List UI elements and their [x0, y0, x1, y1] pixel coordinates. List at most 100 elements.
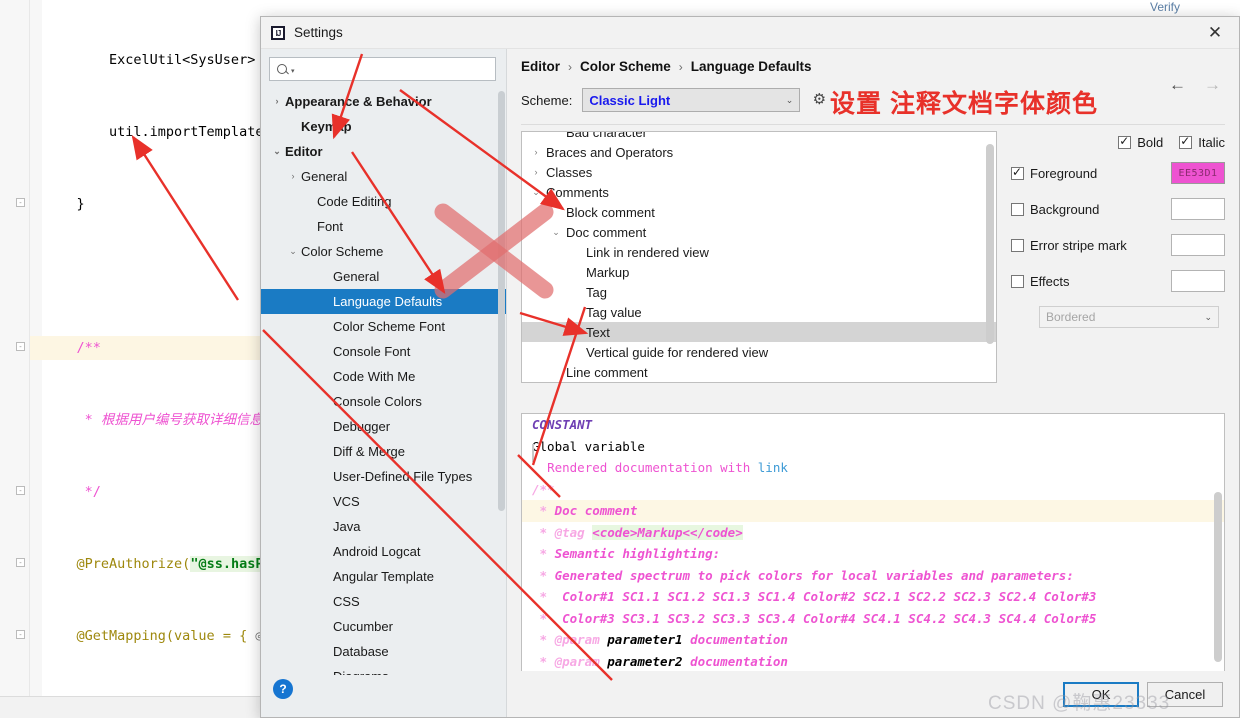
chevron-down-icon[interactable]: ⌄ [269, 147, 285, 156]
attribute-item-label: Doc comment [566, 224, 647, 240]
sidebar-item-css[interactable]: CSS [261, 589, 506, 614]
attribute-item-classes[interactable]: › Classes [522, 162, 996, 182]
sidebar-item-diagrams[interactable]: Diagrams [261, 664, 506, 675]
settings-nav-panel: ▾ › Appearance & Behavior Keymap ⌄ Editor › Ge… [261, 49, 507, 717]
color-attributes-tree[interactable]: Bad character › Braces and Operators › Class… [521, 131, 997, 383]
breadcrumb-item[interactable]: Language Defaults [691, 59, 812, 74]
error-stripe-mark-checkbox[interactable]: Error stripe mark [1011, 238, 1171, 253]
intellij-logo-icon: IJ [271, 25, 285, 40]
sidebar-item-android-logcat[interactable]: Android Logcat [261, 539, 506, 564]
search-input[interactable] [294, 61, 489, 77]
control-row: Foreground EE53D1 [1011, 162, 1225, 184]
attribute-item-text[interactable]: Text [522, 322, 996, 342]
attribute-item-bad-character[interactable]: Bad character [522, 132, 996, 142]
sidebar-item-language-defaults[interactable]: Language Defaults [261, 289, 506, 314]
sidebar-item-label: Console Font [333, 344, 411, 359]
chevron-down-icon: ⌄ [785, 94, 794, 105]
preview-scrollbar[interactable] [1214, 492, 1222, 662]
sidebar-item-label: Diff & Merge [333, 444, 406, 459]
sidebar-item-general[interactable]: General [261, 264, 506, 289]
sidebar-item-user-defined-file-types[interactable]: User-Defined File Types [261, 464, 506, 489]
foreground-checkbox[interactable]: Foreground [1011, 164, 1171, 181]
search-box[interactable]: ▾ [269, 57, 496, 81]
breadcrumb-item[interactable]: Editor [521, 59, 560, 74]
watermark: CSDN @鞠惠23333 [988, 693, 1171, 714]
attribute-item-markup[interactable]: Markup [522, 262, 996, 282]
color-preview-panel[interactable]: CONSTANT Global variable Rendered docume… [521, 413, 1225, 671]
attribute-item-line-comment[interactable]: Line comment [522, 362, 996, 382]
sidebar-item-label: Editor [285, 144, 323, 159]
bold-checkbox[interactable]: Bold [1118, 133, 1163, 150]
sidebar-item-code-editing[interactable]: Code Editing [261, 189, 506, 214]
sidebar-item-java[interactable]: Java [261, 514, 506, 539]
effect-type-select[interactable]: Bordered ⌄ [1039, 306, 1219, 328]
attribute-item-label: Vertical guide for rendered view [586, 344, 769, 360]
sidebar-item-code-with-me[interactable]: Code With Me [261, 364, 506, 389]
sidebar-item-vcs[interactable]: VCS [261, 489, 506, 514]
attribute-item-comments[interactable]: ⌄ Comments [522, 182, 996, 202]
nav-history-arrows: ← → [1169, 75, 1221, 95]
forward-arrow-icon[interactable]: → [1204, 75, 1221, 95]
attribute-item-doc-comment[interactable]: ⌄ Doc comment [522, 222, 996, 242]
preview-line: * Semantic highlighting: [539, 546, 721, 561]
attribute-item-braces-and-operators[interactable]: › Braces and Operators [522, 142, 996, 162]
checkbox-box [1179, 133, 1193, 149]
sidebar-item-color-scheme[interactable]: ⌄ Color Scheme [261, 239, 506, 264]
attribute-item-label: Classes [546, 164, 593, 180]
help-icon[interactable]: ? [273, 679, 293, 699]
sidebar-item-console-font[interactable]: Console Font [261, 339, 506, 364]
attribute-item-block-comment[interactable]: Block comment [522, 202, 996, 222]
chevron-down-icon[interactable]: ⌄ [546, 227, 566, 238]
color-swatch[interactable] [1171, 270, 1225, 292]
sidebar-item-general[interactable]: › General [261, 164, 506, 189]
nav-scrollbar[interactable] [498, 91, 505, 511]
background-checkbox[interactable]: Background [1011, 202, 1171, 217]
chevron-right-icon[interactable]: › [269, 97, 285, 106]
scheme-select[interactable]: Classic Light ⌄ [582, 88, 801, 112]
back-arrow-icon[interactable]: ← [1169, 75, 1186, 95]
chevron-down-icon[interactable]: ⌄ [285, 247, 301, 256]
italic-checkbox[interactable]: Italic [1179, 133, 1225, 150]
color-swatch[interactable] [1171, 198, 1225, 220]
preview-line: * @tag <code>Markup<</code> [539, 524, 743, 540]
chevron-right-icon[interactable]: › [526, 167, 546, 177]
gear-icon[interactable]: ⚙ [810, 91, 828, 109]
attribute-item-link-in-rendered-view[interactable]: Link in rendered view [522, 242, 996, 262]
sidebar-item-color-scheme-font[interactable]: Color Scheme Font [261, 314, 506, 339]
chevron-right-icon[interactable]: › [285, 172, 301, 181]
sidebar-item-editor[interactable]: ⌄ Editor [261, 139, 506, 164]
attributes-scrollbar[interactable] [986, 144, 994, 344]
preview-line: * Color#3 SC3.1 SC3.2 SC3.3 SC3.4 Color#… [539, 610, 1097, 626]
sidebar-item-label: General [333, 269, 380, 284]
attribute-item-tag[interactable]: Tag [522, 282, 996, 302]
breadcrumb-item[interactable]: Color Scheme [580, 59, 671, 74]
color-swatch[interactable] [1171, 234, 1225, 256]
attribute-item-tag-value[interactable]: Tag value [522, 302, 996, 322]
preview-line: /** [532, 481, 555, 497]
sidebar-item-keymap[interactable]: Keymap [261, 114, 506, 139]
sidebar-item-diff-merge[interactable]: Diff & Merge [261, 439, 506, 464]
sidebar-item-debugger[interactable]: Debugger [261, 414, 506, 439]
color-swatch[interactable]: EE53D1 [1171, 162, 1225, 184]
sidebar-item-label: Android Logcat [333, 544, 421, 559]
settings-nav-tree[interactable]: › Appearance & Behavior Keymap ⌄ Editor › Gene… [261, 87, 506, 675]
sidebar-item-label: General [301, 169, 348, 184]
effects-checkbox[interactable]: Effects [1011, 274, 1171, 289]
sidebar-item-cucumber[interactable]: Cucumber [261, 614, 506, 639]
attribute-controls: Bold Italic Foreground EE53D1 Background Er… [1011, 131, 1225, 405]
chevron-right-icon[interactable]: › [526, 147, 546, 157]
attribute-item-label: Link in rendered view [586, 244, 709, 260]
close-icon[interactable]: ✕ [1195, 18, 1235, 48]
sidebar-item-console-colors[interactable]: Console Colors [261, 389, 506, 414]
attribute-item-vertical-guide-for-rendered-view[interactable]: Vertical guide for rendered view [522, 342, 996, 362]
sidebar-item-database[interactable]: Database [261, 639, 506, 664]
sidebar-item-font[interactable]: Font [261, 214, 506, 239]
sidebar-item-label: User-Defined File Types [333, 469, 473, 484]
sidebar-item-angular-template[interactable]: Angular Template [261, 564, 506, 589]
sidebar-item-appearance-behavior[interactable]: › Appearance & Behavior [261, 89, 506, 114]
dialog-titlebar: IJ Settings ✕ [261, 17, 1239, 49]
chevron-down-icon[interactable]: ⌄ [526, 187, 546, 198]
sidebar-item-label: Java [333, 519, 361, 534]
attribute-item-label: Line comment [566, 364, 648, 380]
editor-gutter [0, 0, 30, 718]
